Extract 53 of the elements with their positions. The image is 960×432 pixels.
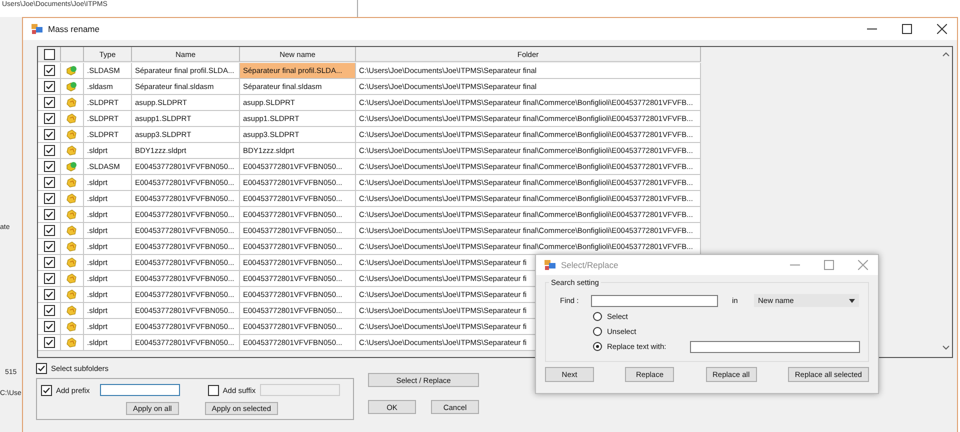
checkbox[interactable] bbox=[44, 145, 54, 156]
assembly-icon bbox=[66, 65, 78, 76]
part-icon bbox=[66, 145, 78, 156]
checkbox[interactable] bbox=[44, 289, 54, 300]
checkbox[interactable] bbox=[44, 129, 54, 140]
close-icon[interactable] bbox=[937, 24, 947, 34]
checkbox[interactable] bbox=[44, 337, 54, 348]
part-icon bbox=[66, 97, 78, 108]
checkbox[interactable] bbox=[208, 384, 219, 396]
checkbox[interactable] bbox=[44, 97, 54, 108]
dialog-title: Select/Replace bbox=[561, 260, 620, 270]
checkbox[interactable] bbox=[44, 225, 54, 236]
part-icon bbox=[66, 129, 78, 140]
part-icon bbox=[66, 193, 78, 204]
assembly-icon bbox=[66, 161, 78, 172]
maximize-icon[interactable] bbox=[902, 24, 912, 34]
checkbox[interactable] bbox=[44, 305, 54, 316]
radio-button[interactable] bbox=[593, 312, 602, 321]
part-icon bbox=[66, 273, 78, 284]
part-icon bbox=[66, 257, 78, 268]
part-icon bbox=[66, 289, 78, 300]
checkbox[interactable] bbox=[36, 363, 47, 374]
checkbox[interactable] bbox=[44, 65, 54, 76]
find-field[interactable] bbox=[591, 294, 718, 306]
part-icon bbox=[66, 225, 78, 236]
app-icon bbox=[544, 259, 556, 271]
part-icon bbox=[66, 337, 78, 348]
dropdown-arrow-icon bbox=[849, 298, 855, 302]
checkbox[interactable] bbox=[44, 113, 54, 124]
part-icon bbox=[66, 305, 78, 316]
checkbox[interactable] bbox=[44, 48, 54, 60]
part-icon bbox=[66, 241, 78, 252]
checkbox[interactable] bbox=[41, 384, 52, 396]
checkbox[interactable] bbox=[44, 241, 54, 252]
part-icon bbox=[66, 209, 78, 220]
assembly-icon bbox=[66, 81, 78, 92]
replace-field[interactable] bbox=[690, 340, 860, 352]
radio-button[interactable] bbox=[593, 327, 602, 336]
checkbox[interactable] bbox=[44, 321, 54, 332]
part-icon bbox=[66, 321, 78, 332]
part-icon bbox=[66, 177, 78, 188]
app-icon bbox=[31, 23, 43, 35]
checkbox[interactable] bbox=[44, 257, 54, 268]
radio-button[interactable] bbox=[593, 342, 602, 351]
window-title: Mass rename bbox=[48, 24, 100, 34]
checkbox[interactable] bbox=[44, 81, 54, 92]
checkbox[interactable] bbox=[44, 177, 54, 188]
prefix-field[interactable] bbox=[100, 384, 180, 396]
checkbox[interactable] bbox=[44, 161, 54, 172]
checkbox[interactable] bbox=[44, 193, 54, 204]
checkbox[interactable] bbox=[44, 209, 54, 220]
checkbox[interactable] bbox=[44, 273, 54, 284]
part-icon bbox=[66, 113, 78, 124]
